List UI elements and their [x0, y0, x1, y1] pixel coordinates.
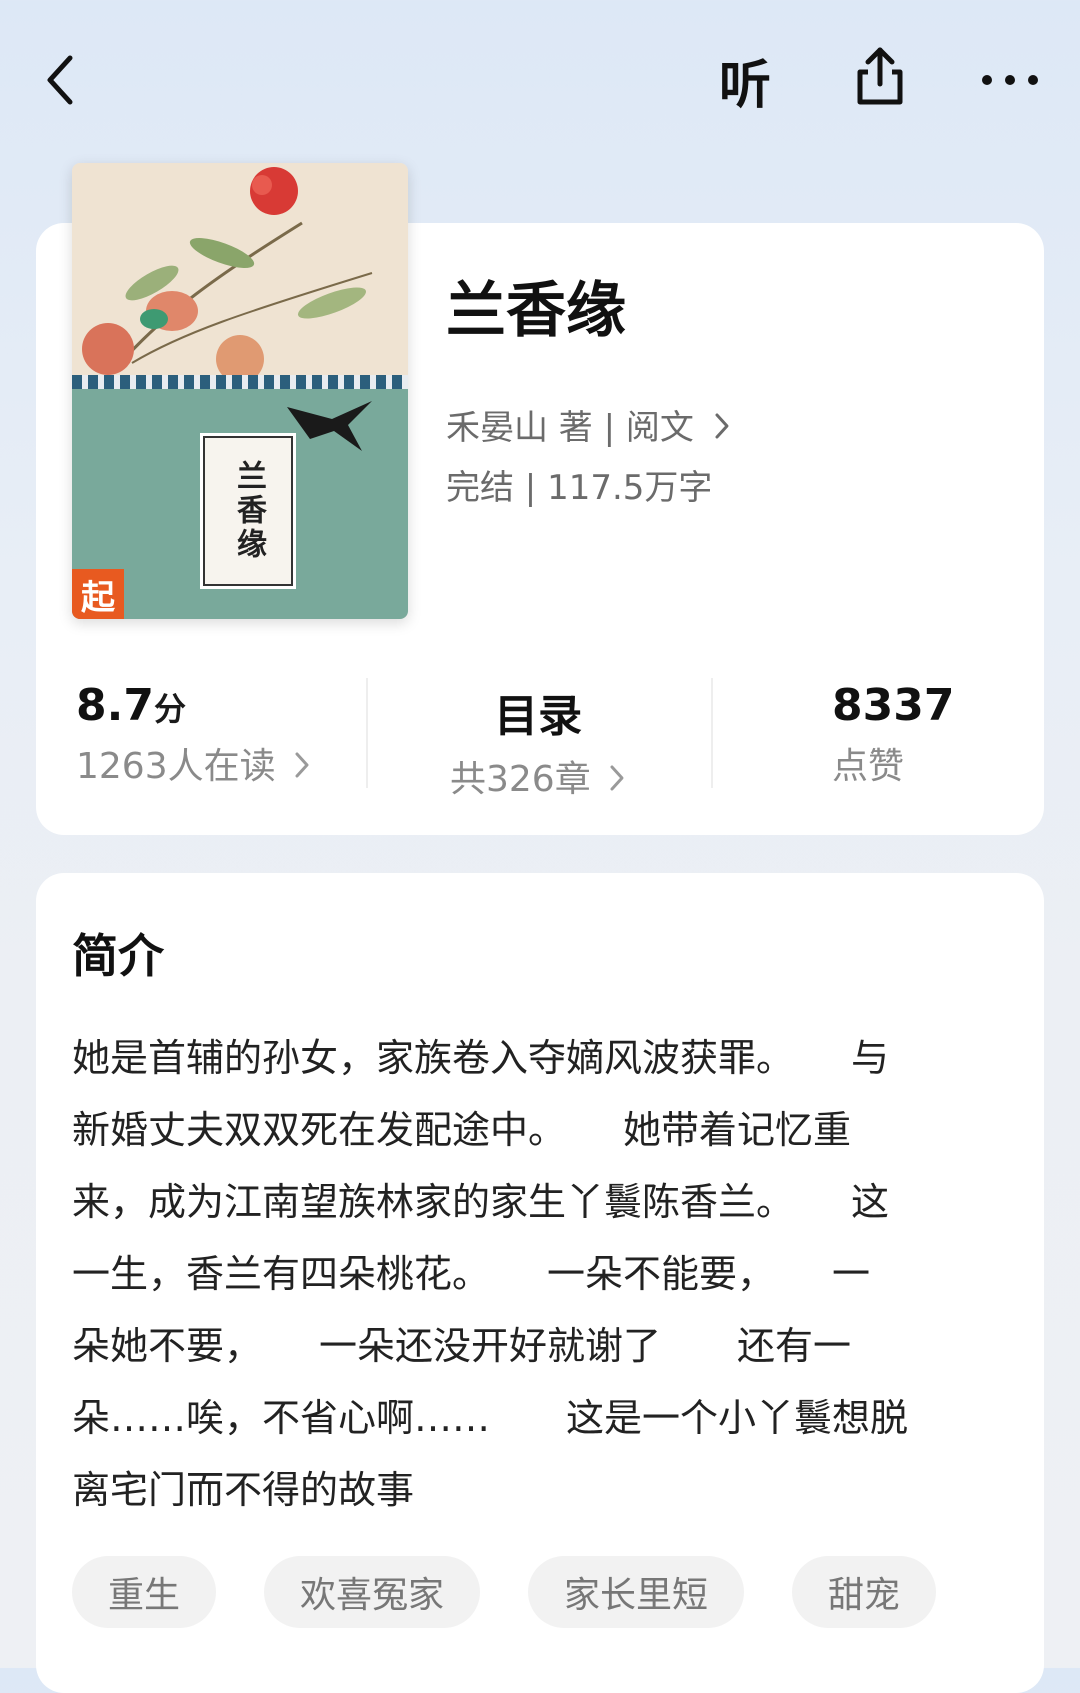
chapter-count: 共326章: [450, 759, 591, 800]
back-button[interactable]: [30, 40, 90, 120]
intro-text: 她是首辅的孙女，家族卷入夺嫡风波获罪。 与 新婚丈夫双双死在发配途中。 她带着记…: [72, 1036, 909, 1512]
likes-count: 8337: [832, 680, 955, 731]
book-status: 完结 | 117.5万字: [446, 468, 713, 508]
cover-title-label: 兰香缘: [200, 433, 296, 589]
tag-chip[interactable]: 甜宠: [792, 1556, 937, 1628]
readers-count: 1263人在读: [76, 746, 276, 787]
top-bar: 听: [0, 0, 1080, 150]
more-button[interactable]: [975, 40, 1045, 120]
chevron-right-icon: [295, 752, 309, 778]
author-line: 禾晏山 著 | 阅文: [446, 408, 694, 448]
tag-chip[interactable]: 欢喜冤家: [264, 1556, 481, 1628]
catalog-label: 目录: [494, 691, 583, 742]
listen-button[interactable]: 听: [705, 40, 785, 120]
tag-list: 重生 欢喜冤家 家长里短 甜宠: [72, 1556, 937, 1628]
stat-divider: [366, 678, 368, 788]
share-icon: [857, 47, 903, 105]
chevron-right-icon: [610, 765, 624, 791]
chevron-left-icon: [47, 55, 73, 105]
share-button[interactable]: [845, 36, 915, 116]
tag-chip[interactable]: 家长里短: [528, 1556, 745, 1628]
chevron-right-icon: [715, 413, 729, 439]
book-title: 兰香缘: [446, 276, 626, 346]
rating-stat[interactable]: 8.7分 1263人在读: [76, 680, 311, 800]
author-link[interactable]: 禾晏山 著 | 阅文: [446, 400, 731, 449]
publisher-badge: 起: [72, 569, 124, 619]
more-dots-icon: [982, 75, 1038, 85]
rating-score: 8.7: [76, 680, 154, 731]
likes-label: 点赞: [832, 746, 905, 787]
rating-unit: 分: [153, 690, 186, 728]
intro-title: 简介: [72, 929, 164, 983]
likes-stat[interactable]: 8337 点赞: [832, 680, 954, 800]
cover-border-pattern: [72, 375, 408, 389]
stat-divider: [711, 678, 713, 788]
book-cover[interactable]: 兰香缘 起: [72, 163, 408, 619]
cover-title: 兰香缘: [231, 460, 266, 562]
flower-illustration: [82, 167, 373, 383]
tag-chip[interactable]: 重生: [72, 1556, 217, 1628]
cover-illustration: [72, 163, 408, 383]
catalog-stat[interactable]: 目录 共326章: [450, 680, 626, 800]
